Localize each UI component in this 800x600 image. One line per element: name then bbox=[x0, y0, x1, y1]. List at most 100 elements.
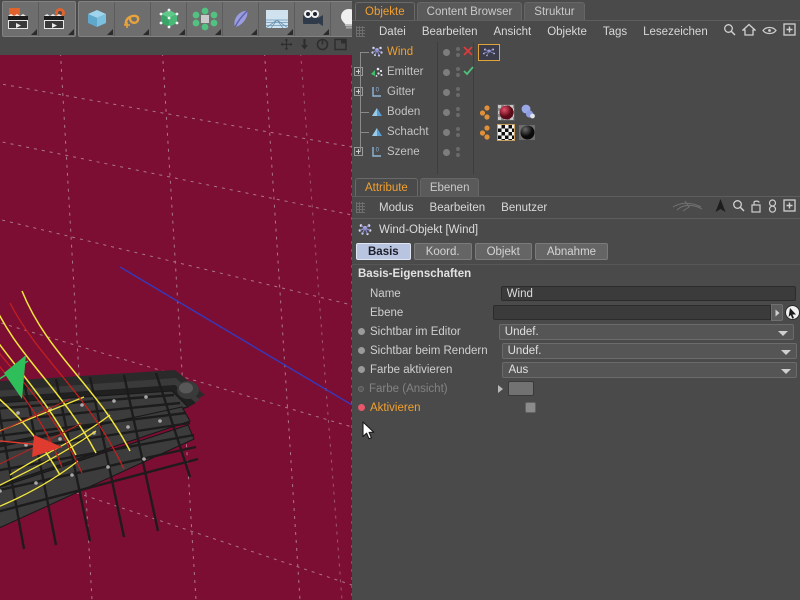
search-icon[interactable] bbox=[723, 23, 736, 41]
visibility-row[interactable] bbox=[438, 62, 474, 82]
object-row-wind[interactable]: Wind bbox=[352, 42, 437, 62]
editor-render-dots[interactable] bbox=[456, 67, 460, 77]
sichtbar-render-select[interactable]: Undef. bbox=[501, 342, 797, 359]
visibility-row[interactable] bbox=[438, 102, 473, 122]
menu-modus[interactable]: Modus bbox=[371, 197, 422, 219]
environment-button[interactable] bbox=[259, 2, 295, 36]
visibility-row[interactable] bbox=[438, 122, 473, 142]
add-box-icon[interactable] bbox=[783, 23, 796, 41]
menu-benutzer[interactable]: Benutzer bbox=[493, 197, 555, 219]
property-state-bullet[interactable] bbox=[358, 347, 365, 354]
object-manager-menubar: Datei Bearbeiten Ansicht Objekte Tags Le… bbox=[352, 20, 800, 42]
visibility-dot[interactable] bbox=[443, 128, 450, 136]
visibility-dot[interactable] bbox=[443, 88, 450, 96]
object-row-gitter[interactable]: 0 Gitter bbox=[352, 82, 437, 102]
subtab-basis[interactable]: Basis bbox=[356, 243, 411, 260]
zoom-view-icon[interactable] bbox=[298, 38, 311, 56]
pointer-arrow-icon[interactable] bbox=[715, 198, 726, 218]
render-settings-button[interactable] bbox=[39, 2, 75, 36]
move-view-icon[interactable] bbox=[280, 38, 293, 56]
null-object-icon: 0 bbox=[370, 145, 384, 159]
visibility-row[interactable] bbox=[438, 82, 473, 102]
name-field[interactable]: Wind bbox=[500, 286, 796, 301]
editor-render-dots[interactable] bbox=[456, 147, 460, 157]
editor-render-dots[interactable] bbox=[456, 127, 460, 137]
property-label: Farbe (Ansicht) bbox=[369, 382, 448, 395]
wind-tag-icon[interactable] bbox=[478, 43, 500, 61]
property-state-bullet[interactable] bbox=[358, 404, 365, 411]
view-layout-icon[interactable] bbox=[334, 38, 347, 56]
visibility-row[interactable] bbox=[438, 142, 473, 162]
tab-ebenen[interactable]: Ebenen bbox=[419, 178, 480, 196]
editor-render-dots[interactable] bbox=[456, 47, 460, 57]
visibility-dot[interactable] bbox=[443, 108, 450, 116]
visibility-row[interactable] bbox=[438, 42, 473, 62]
material-checker-tag-icon[interactable] bbox=[497, 123, 515, 141]
editor-render-dots[interactable] bbox=[456, 87, 460, 97]
spline-button[interactable] bbox=[115, 2, 151, 36]
menu-objekte[interactable]: Objekte bbox=[539, 21, 595, 43]
ebene-dropdown-button[interactable] bbox=[771, 304, 783, 321]
tag-row-schacht[interactable] bbox=[474, 122, 800, 142]
subtab-koord[interactable]: Koord. bbox=[413, 243, 472, 260]
object-row-emitter[interactable]: Emitter bbox=[352, 62, 437, 82]
render-view-button[interactable] bbox=[3, 2, 39, 36]
material-black-sphere-tag-icon[interactable] bbox=[518, 123, 536, 141]
material-dots-tag-icon[interactable] bbox=[478, 104, 494, 121]
farbe-aktivieren-select[interactable]: Aus bbox=[502, 361, 798, 378]
panel-grip[interactable] bbox=[356, 26, 365, 37]
rotate-view-icon[interactable] bbox=[316, 38, 329, 56]
menu-datei[interactable]: Datei bbox=[371, 21, 414, 43]
sichtbar-editor-select[interactable]: Undef. bbox=[498, 323, 794, 340]
menu-bearbeiten[interactable]: Bearbeiten bbox=[414, 21, 486, 43]
tag-row-boden[interactable] bbox=[474, 102, 800, 122]
home-icon[interactable] bbox=[741, 23, 757, 41]
cube-button[interactable] bbox=[79, 2, 115, 36]
perspective-viewport[interactable] bbox=[0, 55, 352, 600]
deformer-button[interactable] bbox=[223, 2, 259, 36]
camera-button[interactable] bbox=[295, 2, 331, 36]
object-row-szene[interactable]: 0 Szene bbox=[352, 142, 437, 162]
visibility-dot[interactable] bbox=[443, 48, 450, 56]
tab-attribute[interactable]: Attribute bbox=[355, 178, 418, 196]
array-button[interactable] bbox=[187, 2, 223, 36]
property-state-bullet[interactable] bbox=[358, 366, 365, 373]
expand-toggle-emitter[interactable] bbox=[354, 67, 363, 76]
menu-tags[interactable]: Tags bbox=[595, 21, 635, 43]
material-red-sphere-tag-icon[interactable] bbox=[497, 103, 515, 121]
menu-lesezeichen[interactable]: Lesezeichen bbox=[635, 21, 716, 43]
menu-ansicht[interactable]: Ansicht bbox=[485, 21, 539, 43]
search-icon[interactable] bbox=[732, 199, 745, 217]
property-label: Sichtbar im Editor bbox=[370, 325, 461, 338]
object-manager[interactable]: Wind Emitter 0 Gitter Boden Schacht 0 Sz… bbox=[352, 42, 800, 174]
visibility-dot[interactable] bbox=[443, 68, 450, 76]
material-blue-sphere-tag-icon[interactable] bbox=[518, 104, 536, 121]
link-chain-icon[interactable] bbox=[768, 198, 777, 218]
aktivieren-checkbox[interactable] bbox=[524, 402, 536, 413]
nurbs-button[interactable] bbox=[151, 2, 187, 36]
expand-toggle-szene[interactable] bbox=[354, 147, 363, 156]
lock-open-icon[interactable] bbox=[751, 199, 762, 218]
object-row-schacht[interactable]: Schacht bbox=[352, 122, 437, 142]
property-state-bullet[interactable] bbox=[358, 328, 365, 335]
tab-content-browser[interactable]: Content Browser bbox=[416, 2, 523, 20]
farbe-ansicht-swatch[interactable] bbox=[507, 381, 534, 396]
editor-render-dots[interactable] bbox=[456, 107, 460, 117]
hypernurbs-icon bbox=[159, 8, 178, 29]
ebene-picker-icon[interactable] bbox=[785, 305, 800, 320]
menu-bearbeiten[interactable]: Bearbeiten bbox=[422, 197, 494, 219]
material-dots-tag-icon[interactable] bbox=[478, 124, 494, 141]
eye-icon[interactable] bbox=[762, 23, 777, 41]
tab-struktur[interactable]: Struktur bbox=[524, 2, 585, 20]
visibility-dot[interactable] bbox=[443, 148, 450, 156]
object-row-boden[interactable]: Boden bbox=[352, 102, 437, 122]
expand-color-arrow-icon[interactable] bbox=[497, 384, 503, 393]
expand-toggle-gitter[interactable] bbox=[354, 87, 363, 96]
panel-grip[interactable] bbox=[356, 202, 365, 213]
tag-row-wind[interactable] bbox=[474, 42, 800, 62]
add-box-icon[interactable] bbox=[783, 199, 796, 217]
subtab-abnahme[interactable]: Abnahme bbox=[534, 243, 609, 260]
ebene-field[interactable] bbox=[493, 305, 771, 320]
subtab-objekt[interactable]: Objekt bbox=[474, 243, 532, 260]
tab-objekte[interactable]: Objekte bbox=[355, 2, 415, 20]
